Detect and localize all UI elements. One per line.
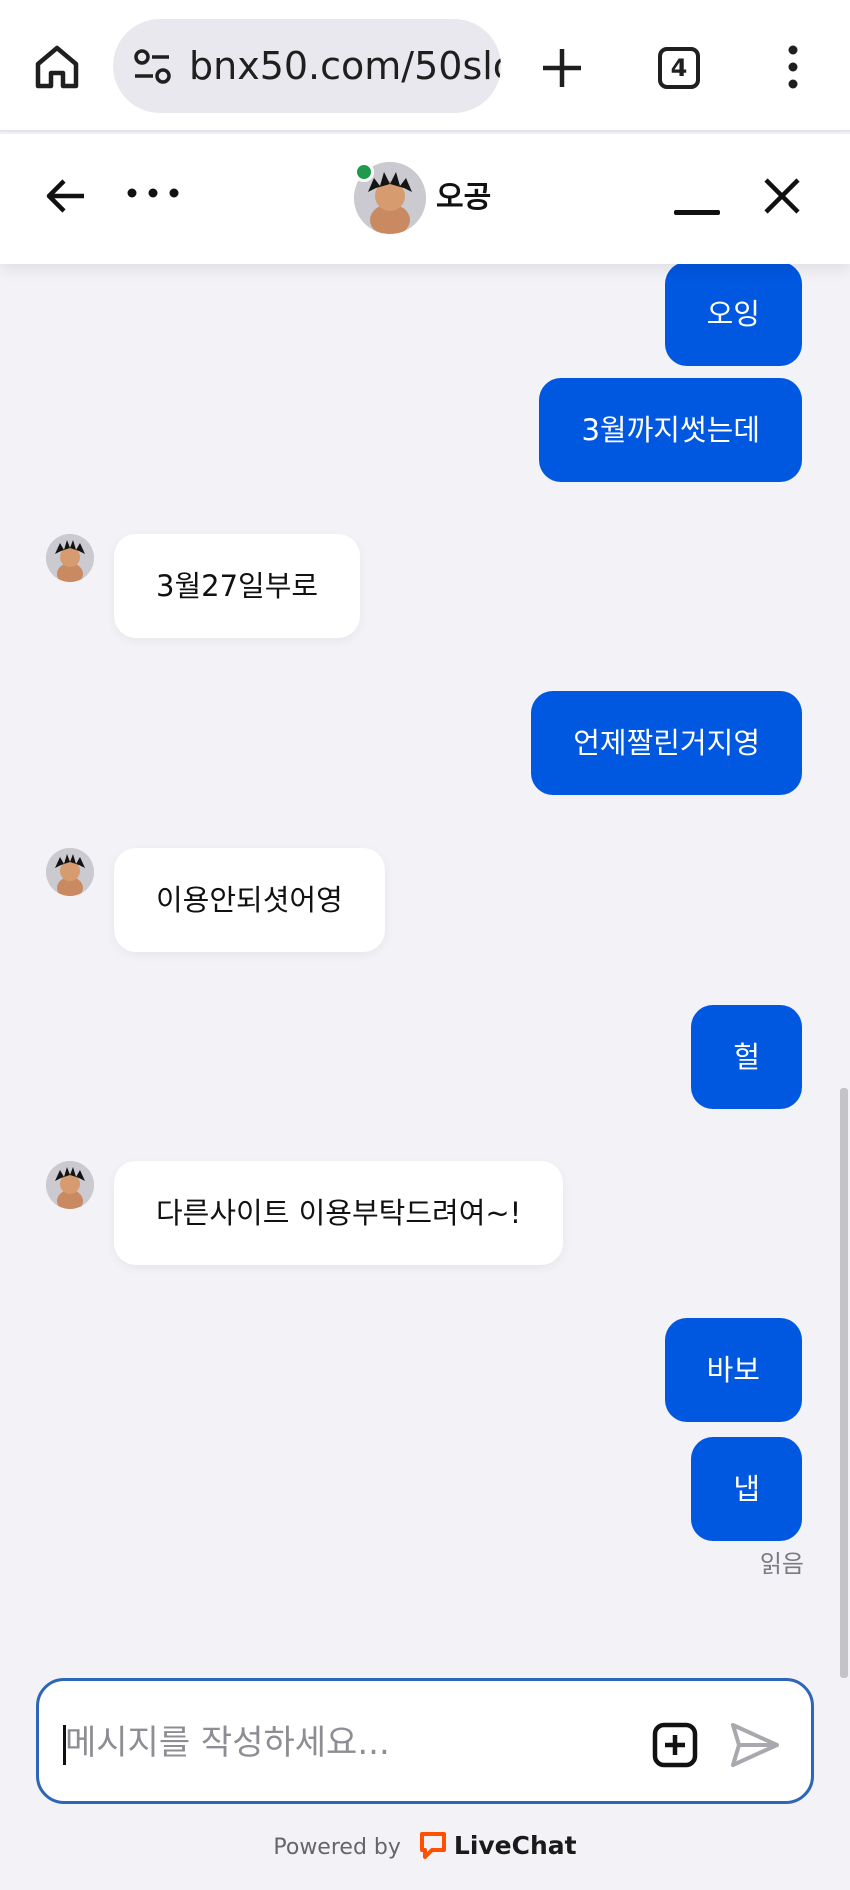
message-bubble-outgoing: 언제짤린거지영	[531, 691, 802, 795]
browser-toolbar: bnx50.com/50slc 4	[0, 0, 850, 132]
online-status-dot	[354, 162, 374, 182]
message-bubble-outgoing: 헐	[691, 1005, 802, 1109]
message-bubble-outgoing: 바보	[664, 1318, 802, 1422]
message-composer	[36, 1678, 814, 1804]
powered-by-footer[interactable]: Powered by LiveChat	[0, 1826, 850, 1866]
minimize-button[interactable]	[674, 210, 720, 215]
message-bubble-outgoing: 3월까지썻는데	[539, 378, 802, 482]
livechat-logo-icon	[419, 1832, 446, 1859]
agent-avatar-container	[354, 162, 426, 234]
message-bubble-incoming: 이용안되셧어영	[114, 848, 385, 952]
home-icon[interactable]	[32, 42, 82, 92]
chat-header: 오공	[0, 134, 850, 264]
read-receipt: 읽음	[759, 1550, 804, 1578]
url-text[interactable]: bnx50.com/50slc	[189, 39, 501, 93]
attach-file-icon[interactable]	[651, 1721, 699, 1769]
close-icon[interactable]	[762, 176, 802, 216]
agent-avatar-small	[46, 1161, 94, 1209]
site-settings-icon[interactable]	[133, 47, 173, 87]
agent-avatar-small	[46, 848, 94, 896]
new-tab-icon[interactable]	[538, 44, 586, 92]
tab-switcher-button[interactable]: 4	[658, 47, 700, 89]
message-input[interactable]	[65, 1711, 625, 1775]
back-arrow-icon[interactable]	[44, 174, 88, 218]
send-icon[interactable]	[729, 1719, 781, 1771]
livechat-brand: LiveChat	[453, 1831, 577, 1860]
agent-avatar-small	[46, 534, 94, 582]
agent-name: 오공	[436, 180, 492, 215]
more-options-icon[interactable]	[126, 182, 180, 204]
message-bubble-outgoing: 냅	[691, 1437, 802, 1541]
message-bubble-outgoing: 오잉	[664, 262, 802, 366]
scrollbar[interactable]	[840, 1088, 848, 1678]
browser-menu-icon[interactable]	[776, 44, 810, 90]
message-bubble-incoming: 다른사이트 이용부탁드려여~!	[114, 1161, 564, 1265]
powered-by-text: Powered by	[273, 1835, 401, 1860]
message-bubble-incoming: 3월27일부로	[114, 534, 361, 638]
address-bar[interactable]: bnx50.com/50slc	[113, 19, 501, 113]
